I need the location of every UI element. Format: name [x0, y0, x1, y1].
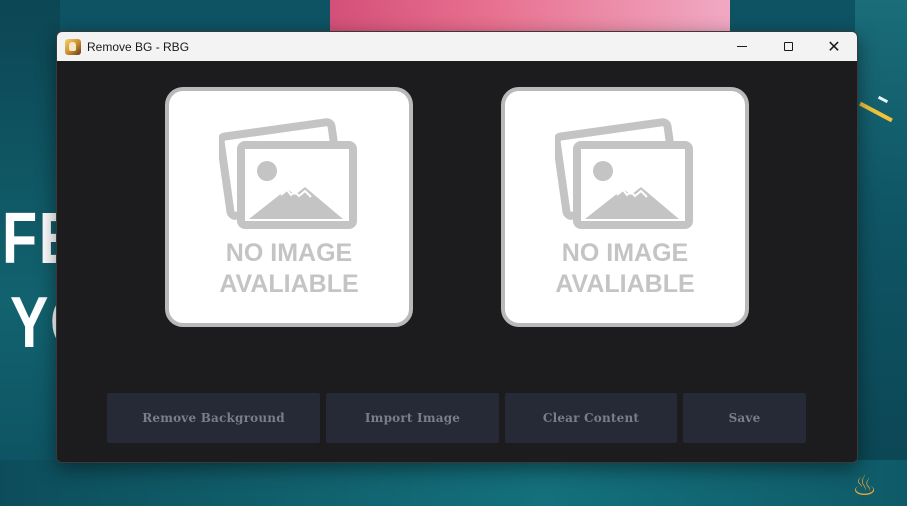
close-icon: ✕: [827, 36, 841, 56]
clear-content-button[interactable]: Clear Content: [505, 393, 677, 443]
minimize-icon: [737, 46, 747, 47]
placeholder-text-line2: AVALIABLE: [219, 270, 359, 298]
app-window: Remove BG - RBG ✕ NO IMAGE AVALIABLE NO …: [56, 31, 858, 463]
minimize-button[interactable]: [719, 32, 765, 61]
placeholder-text-line1: NO IMAGE: [561, 239, 689, 267]
placeholder-text-line1: NO IMAGE: [225, 239, 353, 267]
window-controls: ✕: [719, 32, 857, 61]
wallpaper-bottom-band: [0, 460, 907, 506]
wallpaper-right-panel: [855, 0, 907, 506]
maximize-icon: [783, 42, 793, 51]
save-button[interactable]: Save: [683, 393, 806, 443]
placeholder-text-line2: AVALIABLE: [555, 270, 695, 298]
image-placeholder-icon: [555, 118, 693, 229]
import-image-button[interactable]: Import Image: [326, 393, 499, 443]
desktop-background: ♨ FE YO Remove BG - RBG ✕ NO IMAGE AVALI…: [0, 0, 907, 506]
java-cup-icon: ♨: [852, 469, 878, 502]
original-image-panel: NO IMAGE AVALIABLE: [165, 87, 413, 327]
close-button[interactable]: ✕: [811, 32, 857, 61]
main-content: NO IMAGE AVALIABLE NO IMAGE AVALIABLE Re…: [57, 61, 857, 462]
title-bar[interactable]: Remove BG - RBG ✕: [57, 32, 857, 61]
window-title: Remove BG - RBG: [87, 39, 190, 54]
remove-background-button[interactable]: Remove Background: [107, 393, 320, 443]
image-placeholder-icon: [219, 118, 357, 229]
result-image-panel: NO IMAGE AVALIABLE: [501, 87, 749, 327]
app-logo-icon: [65, 38, 81, 55]
maximize-button[interactable]: [765, 32, 811, 61]
